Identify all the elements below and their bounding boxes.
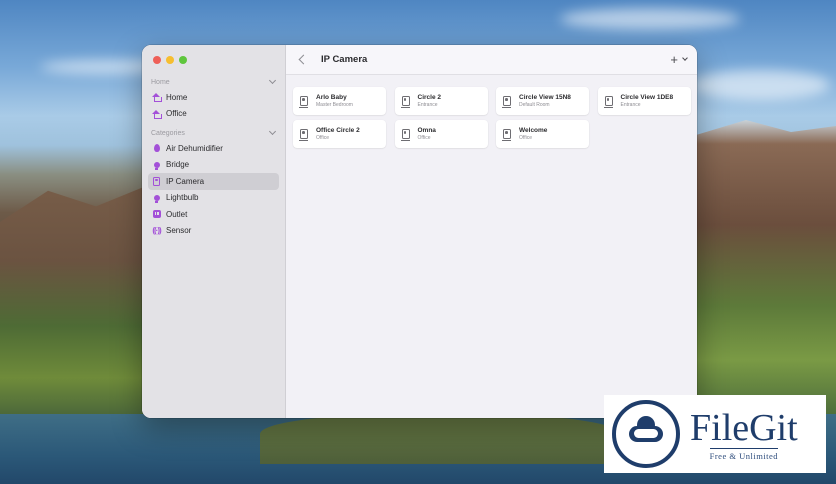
filegit-watermark: FileGit Free & Unlimited <box>604 395 826 473</box>
accessory-name: Welcome <box>519 127 548 134</box>
sidebar-item-outlet[interactable]: Outlet <box>148 206 279 223</box>
camera-icon <box>400 129 410 141</box>
minimize-button[interactable] <box>166 56 174 64</box>
camera-icon <box>299 96 308 108</box>
camera-icon <box>603 96 613 108</box>
accessory-name: Circle View 15N8 <box>519 94 571 101</box>
drop-icon <box>153 144 160 153</box>
sidebar-item-label: Outlet <box>166 209 188 219</box>
accessory-room: Office <box>417 135 431 141</box>
house-icon <box>152 109 162 119</box>
accessory-room: Office <box>316 135 329 141</box>
house-icon <box>152 93 162 103</box>
accessory-name: Circle 2 <box>417 94 442 101</box>
sidebar-item-label: Air Dehumidifier <box>166 143 223 153</box>
accessory-name: Omna <box>417 127 436 134</box>
accessory-room: Entrance <box>620 102 641 108</box>
camera-icon <box>502 96 511 108</box>
camera-icon <box>153 176 160 186</box>
accessory-tile[interactable]: Office Circle 2 Office <box>293 120 386 148</box>
watermark-tagline: Free & Unlimited <box>709 447 779 461</box>
cloud-icon <box>629 416 663 442</box>
sidebar-item-label: Lightbulb <box>166 193 199 203</box>
sidebar-section-title: Home <box>151 78 170 86</box>
accessory-name: Arlo Baby <box>316 94 347 101</box>
accessory-tile[interactable]: Circle View 15N8 Default Room <box>496 87 589 115</box>
sensor-icon: ((·)) <box>152 226 161 236</box>
page-title: IP Camera <box>321 54 368 65</box>
watermark-name: FileGit <box>690 406 798 449</box>
coastline <box>260 414 620 464</box>
chevron-down-icon[interactable] <box>268 127 277 136</box>
accessory-tile[interactable]: Circle View 1DE8 Entrance <box>597 87 691 115</box>
accessory-room: Master Bedroom <box>316 102 353 108</box>
mountain-left <box>0 180 160 430</box>
sidebar-item-label: IP Camera <box>166 176 205 186</box>
accessory-room: Office <box>519 135 532 141</box>
camera-icon <box>299 129 308 141</box>
sidebar-item-office[interactable]: Office <box>148 106 279 123</box>
sidebar: Home Home Office Categories Air Dehumidi… <box>142 45 286 418</box>
close-button[interactable] <box>153 56 161 64</box>
cloud <box>690 70 830 100</box>
toolbar: IP Camera + <box>286 45 697 75</box>
chevron-down-icon[interactable] <box>268 76 277 85</box>
sidebar-section-categories[interactable]: Categories <box>148 126 279 140</box>
zoom-button[interactable] <box>179 56 187 64</box>
sidebar-item-label: Office <box>166 109 187 119</box>
filegit-logo-icon <box>612 400 680 468</box>
accessory-name: Circle View 1DE8 <box>620 94 674 101</box>
accessory-tile[interactable]: Circle 2 Entrance <box>394 87 488 115</box>
accessory-tile[interactable]: Arlo Baby Master Bedroom <box>293 87 386 115</box>
lightbulb-icon <box>153 194 160 204</box>
sidebar-section-home[interactable]: Home <box>148 75 279 89</box>
cloud <box>560 8 740 30</box>
accessory-grid: Arlo Baby Master Bedroom Circle 2 Entran… <box>293 87 691 148</box>
sidebar-section-title: Categories <box>151 129 185 137</box>
home-app-window: Home Home Office Categories Air Dehumidi… <box>142 45 697 418</box>
camera-icon <box>400 96 410 108</box>
sidebar-item-sensor[interactable]: ((·)) Sensor <box>148 223 279 240</box>
accessory-room: Entrance <box>417 102 438 108</box>
chevron-down-icon[interactable] <box>682 55 688 61</box>
camera-icon <box>502 129 511 141</box>
sidebar-item-label: Sensor <box>166 226 192 236</box>
sidebar-item-air-dehumidifier[interactable]: Air Dehumidifier <box>148 140 279 157</box>
mountain-right <box>686 120 836 420</box>
back-chevron-icon[interactable] <box>298 54 309 65</box>
sidebar-item-label: Bridge <box>166 160 190 170</box>
outlet-icon <box>152 210 161 219</box>
main-content: IP Camera + Arlo Baby Master Bedroom Cir… <box>286 45 697 418</box>
accessory-name: Office Circle 2 <box>316 127 360 134</box>
sidebar-item-ip-camera[interactable]: IP Camera <box>148 173 279 190</box>
accessory-tile[interactable]: Omna Office <box>394 120 488 148</box>
add-button[interactable]: + <box>670 53 678 66</box>
accessory-tile[interactable]: Welcome Office <box>496 120 589 148</box>
sidebar-item-bridge[interactable]: Bridge <box>148 157 279 174</box>
sidebar-item-home[interactable]: Home <box>148 89 279 106</box>
sidebar-item-label: Home <box>166 92 188 102</box>
accessory-room: Default Room <box>519 102 550 108</box>
sidebar-item-lightbulb[interactable]: Lightbulb <box>148 190 279 207</box>
window-controls <box>148 53 279 67</box>
bridge-icon <box>153 161 160 171</box>
